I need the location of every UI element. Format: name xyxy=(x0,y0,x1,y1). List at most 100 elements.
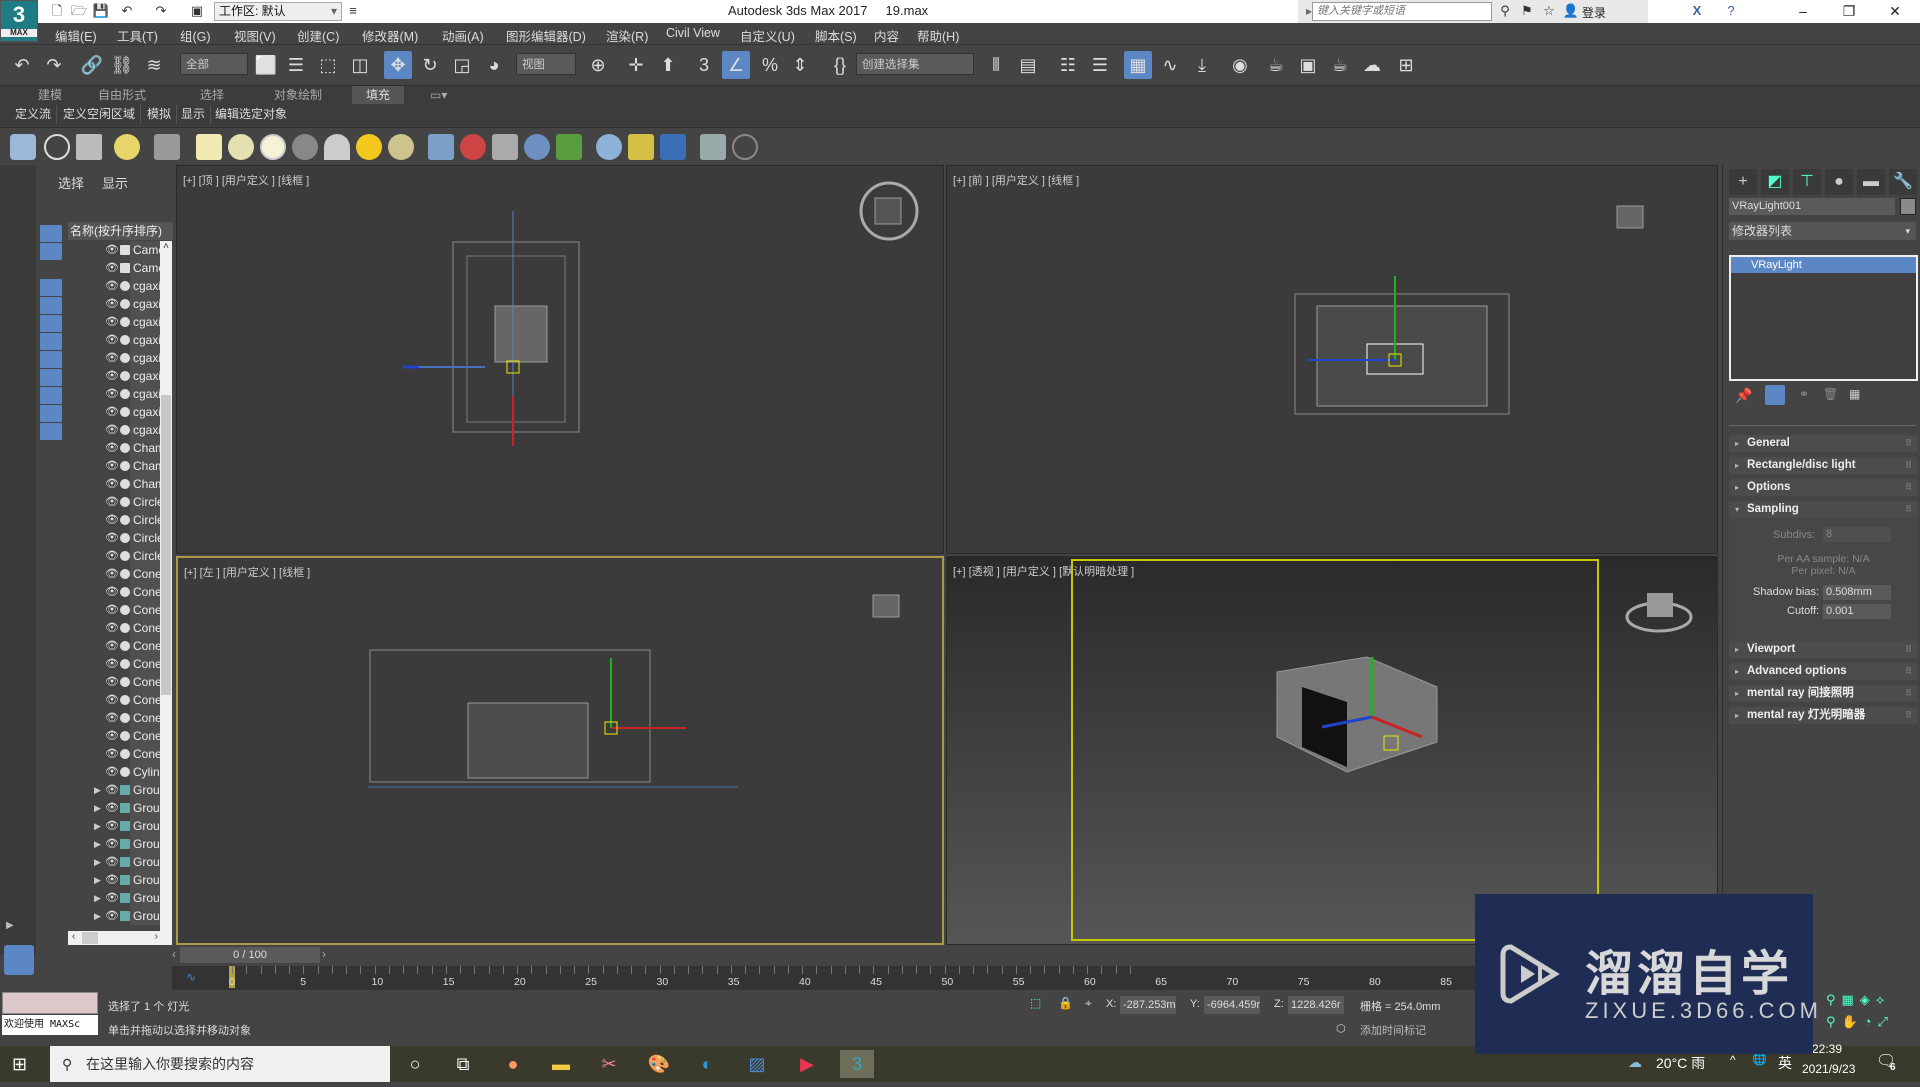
add-time-tag[interactable]: 添加时间标记 xyxy=(1360,1022,1426,1038)
explorer-row[interactable]: 👁 Came xyxy=(68,241,160,259)
select-move-icon[interactable]: ✥ xyxy=(384,51,412,79)
save-icon[interactable]: 💾 xyxy=(92,2,110,20)
vray-mesh-light-icon[interactable] xyxy=(292,134,318,160)
visibility-eye-icon[interactable]: 👁 xyxy=(105,475,119,493)
x-coordinate-field[interactable]: -287.253m xyxy=(1120,996,1176,1014)
filter-particles-icon[interactable] xyxy=(40,405,62,422)
explorer-row[interactable]: 👁 Cone0 xyxy=(68,637,160,655)
ribbon-options-icon[interactable]: ▭▾ xyxy=(430,86,447,104)
vray-material-icon[interactable] xyxy=(596,134,622,160)
object-name[interactable]: Cham xyxy=(130,439,160,457)
3dsmax-taskbar-icon[interactable]: 3 xyxy=(840,1050,874,1078)
shadow-bias-spinner[interactable]: 0.508mm xyxy=(1823,585,1891,600)
undo-icon[interactable]: ↶ xyxy=(118,2,136,20)
explorer-row[interactable]: 👁 cgaxis xyxy=(68,295,160,313)
visibility-eye-icon[interactable]: 👁 xyxy=(105,421,119,439)
workspace-dropdown[interactable]: 工作区: 默认 ▾ xyxy=(214,2,342,21)
absolute-mode-icon[interactable]: ⌖ xyxy=(1085,996,1092,1011)
object-name[interactable]: Cone0 xyxy=(130,619,160,637)
object-name[interactable]: Group xyxy=(130,907,160,925)
object-name[interactable]: Cone1 xyxy=(130,745,160,763)
object-name[interactable]: Circle1 xyxy=(130,529,160,547)
vray-frame-buffer-icon[interactable] xyxy=(76,134,102,160)
ribbon-display[interactable]: 显示 xyxy=(176,105,212,124)
vray-sphere-light-icon[interactable] xyxy=(260,134,286,160)
prev-frame-icon[interactable]: ‹ xyxy=(172,947,176,961)
infocenter-search-input[interactable]: 键入关键字或短语 xyxy=(1312,2,1492,21)
viewport-nav-controls-2[interactable]: ⚲✋◔⤢ xyxy=(1826,1014,1894,1030)
explorer-row[interactable]: 👁 Cham xyxy=(68,457,160,475)
redo-icon[interactable]: ↷ xyxy=(40,51,68,79)
explorer-row[interactable]: ▶👁 Group xyxy=(68,853,160,871)
selection-filter-dropdown[interactable]: 全部 xyxy=(180,53,248,75)
select-scale-icon[interactable]: ◲ xyxy=(448,51,476,79)
visibility-eye-icon[interactable]: 👁 xyxy=(105,835,119,853)
align-icon[interactable]: ▤ xyxy=(1014,51,1042,79)
object-name[interactable]: cgaxis xyxy=(130,385,160,403)
cortana-icon[interactable]: ○ xyxy=(398,1050,432,1078)
keyboard-shortcut-icon[interactable]: ⬆ xyxy=(654,51,682,79)
utilities-tab-icon[interactable]: 🔧 xyxy=(1889,169,1917,195)
explorer-name-column-header[interactable]: 名称(按升序排序) xyxy=(68,222,173,240)
open-file-icon[interactable]: 🗁 xyxy=(70,2,88,20)
vray-dome-light-icon[interactable] xyxy=(228,134,254,160)
visibility-eye-icon[interactable]: 👁 xyxy=(105,547,119,565)
ribbon-tab-freeform[interactable]: 自由形式 xyxy=(98,86,146,104)
rollout-sampling[interactable]: ▾ Sampling ⠿ xyxy=(1729,501,1918,518)
explorer-row[interactable]: 👁 cgaxis xyxy=(68,313,160,331)
tray-expand-icon[interactable]: ^ xyxy=(1730,1053,1736,1067)
menu-content[interactable]: 内容 xyxy=(874,26,899,45)
modifier-list-dropdown[interactable]: 修改器列表 ▾ xyxy=(1729,222,1916,240)
explorer-row[interactable]: 👁 cgaxis xyxy=(68,349,160,367)
object-name[interactable]: cgaxis xyxy=(130,277,160,295)
object-name[interactable]: Cone0 xyxy=(130,637,160,655)
viewport-front[interactable]: [+] [前 ] [用户定义 ] [线框 ] xyxy=(946,165,1718,554)
visibility-eye-icon[interactable]: 👁 xyxy=(105,691,119,709)
render-production-icon[interactable]: ☕ xyxy=(1326,51,1354,79)
visibility-eye-icon[interactable]: 👁 xyxy=(105,403,119,421)
menu-civil-view[interactable]: Civil View xyxy=(666,26,720,40)
render-cloud-icon[interactable]: ☁ xyxy=(1358,51,1386,79)
explorer-row[interactable]: 👁 Circle1 xyxy=(68,547,160,565)
explorer-row[interactable]: 👁 Cylind xyxy=(68,763,160,781)
ribbon-tab-selection[interactable]: 选择 xyxy=(200,86,224,104)
selection-lock-icon[interactable]: 🔒 xyxy=(1058,996,1073,1010)
scroll-up-icon[interactable]: ˄ xyxy=(160,241,172,255)
object-name[interactable]: Cone0 xyxy=(130,565,160,583)
explorer-row[interactable]: 👁 Cone1 xyxy=(68,727,160,745)
explorer-row[interactable]: 👁 Cone1 xyxy=(68,709,160,727)
explorer-row[interactable]: 👁 cgaxis xyxy=(68,403,160,421)
visibility-eye-icon[interactable]: 👁 xyxy=(105,709,119,727)
visibility-eye-icon[interactable]: 👁 xyxy=(105,889,119,907)
vray-sun-icon[interactable] xyxy=(356,134,382,160)
snipping-tool-icon[interactable]: ✂ xyxy=(592,1050,626,1078)
vray-light-plane-icon[interactable] xyxy=(196,134,222,160)
exchange-x-icon[interactable]: X xyxy=(1688,2,1706,20)
object-name[interactable]: Cone0 xyxy=(130,673,160,691)
visibility-eye-icon[interactable]: 👁 xyxy=(105,799,119,817)
visibility-eye-icon[interactable]: 👁 xyxy=(105,871,119,889)
bind-spacewarp-icon[interactable]: ≋ xyxy=(140,51,168,79)
menu-edit[interactable]: 编辑(E) xyxy=(55,26,97,45)
object-name[interactable]: Group xyxy=(130,817,160,835)
visibility-eye-icon[interactable]: 👁 xyxy=(105,601,119,619)
cloud-icon[interactable] xyxy=(44,134,70,160)
visibility-eye-icon[interactable]: 👁 xyxy=(105,277,119,295)
explorer-row[interactable]: ▶👁 Group xyxy=(68,835,160,853)
explorer-row[interactable]: 👁 Cone0 xyxy=(68,601,160,619)
filter-lights-icon[interactable] xyxy=(40,261,62,278)
visibility-eye-icon[interactable]: 👁 xyxy=(105,853,119,871)
ribbon-define-flows[interactable]: 定义流 xyxy=(10,105,58,124)
paint-icon[interactable]: 🎨 xyxy=(642,1050,676,1078)
object-name[interactable]: cgaxis xyxy=(130,295,160,313)
expand-arrow-icon[interactable]: ▶ xyxy=(94,781,101,799)
rollout-rectangle-disc[interactable]: ▸ Rectangle/disc light ⠿ xyxy=(1729,457,1918,474)
object-name[interactable]: cgaxis xyxy=(130,349,160,367)
rect-selection-icon[interactable]: ⬚ xyxy=(314,51,342,79)
explorer-row[interactable]: 👁 cgaxis xyxy=(68,277,160,295)
select-rotate-icon[interactable]: ↻ xyxy=(416,51,444,79)
scroll-thumb[interactable] xyxy=(161,395,171,695)
rendered-frame-window-icon[interactable]: ▣ xyxy=(1294,51,1322,79)
object-name[interactable]: Came xyxy=(130,241,160,259)
expand-arrow-icon[interactable]: ▶ xyxy=(94,853,101,871)
